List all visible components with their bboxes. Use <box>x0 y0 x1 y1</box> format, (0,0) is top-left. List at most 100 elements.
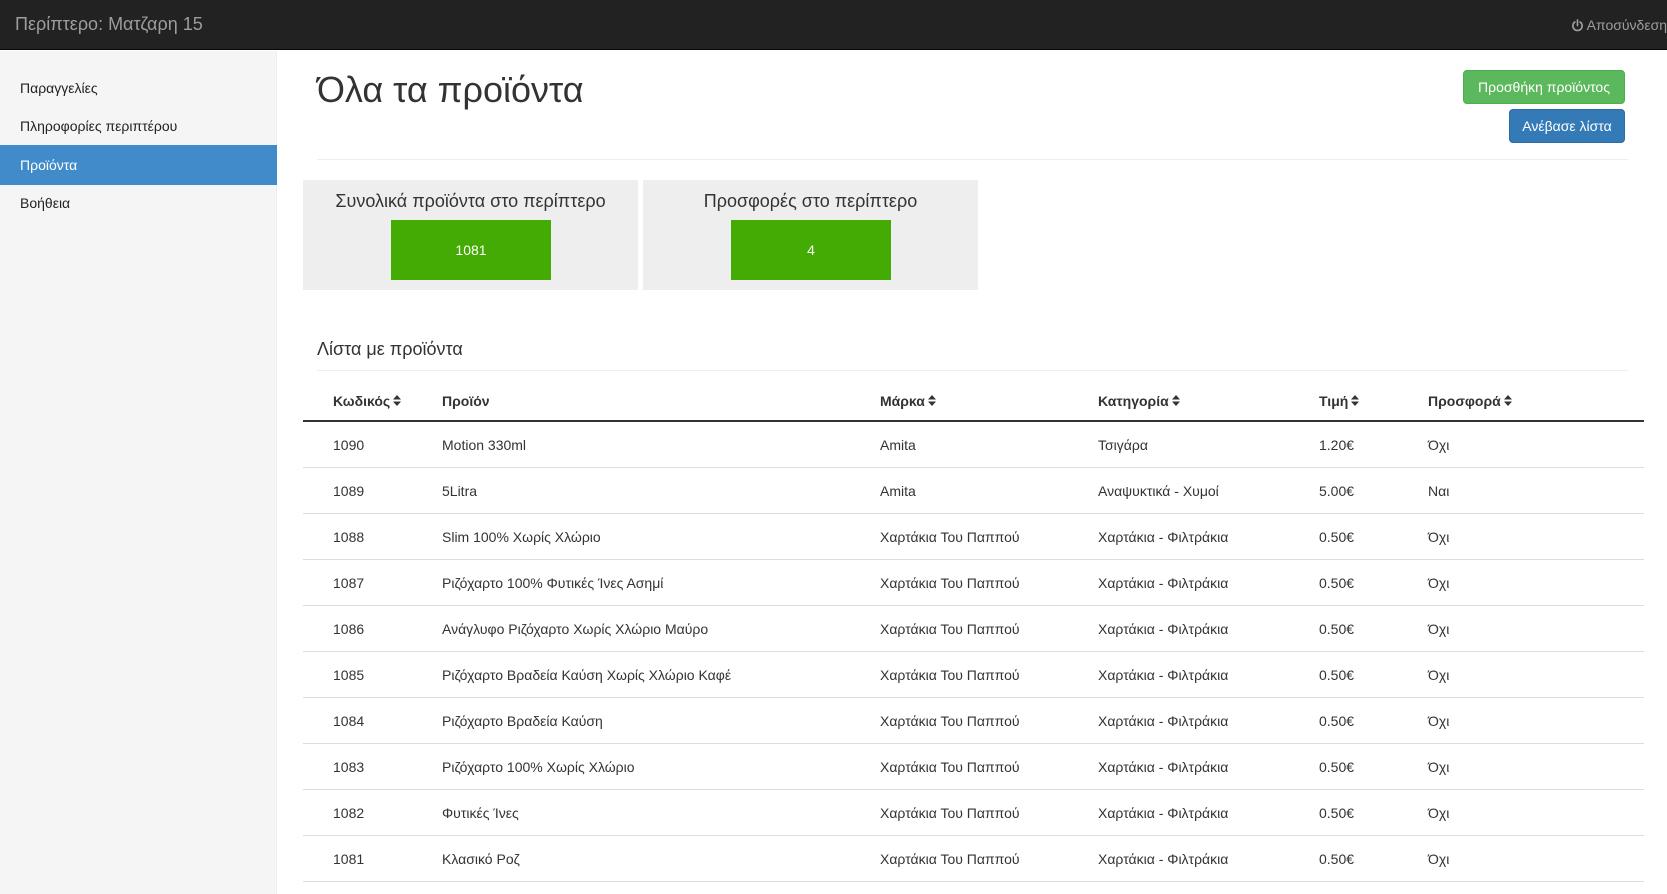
cell-product: Ριζόχαρτο Βραδεία Καύση <box>442 713 603 729</box>
cell-brand: Χαρτάκια Του Παππού <box>880 575 1020 591</box>
column-header-code[interactable]: Κωδικός <box>333 377 402 425</box>
table-row[interactable]: 1090 Motion 330ml Amita Τσιγάρα 1.20€ Όχ… <box>303 422 1644 468</box>
sidebar-item-label: Βοήθεια <box>20 195 71 211</box>
cell-price: 0.50€ <box>1319 713 1355 729</box>
offers-panel: Προσφορές στο περίπτερο 4 <box>643 180 978 290</box>
table-row[interactable]: 1089 5Litra Amita Αναψυκτικά - Χυμοί 5.0… <box>303 468 1644 514</box>
table-header-row: Κωδικός Προϊόν Μάρκα Κατηγορία Τιμή Προσ… <box>303 377 1644 422</box>
cell-price: 0.50€ <box>1319 667 1355 683</box>
sort-icon <box>1351 377 1360 425</box>
cell-category: Χαρτάκια - Φιλτράκια <box>1098 575 1229 591</box>
cell-brand: Χαρτάκια Του Παππού <box>880 713 1020 729</box>
column-header-price[interactable]: Τιμή <box>1319 377 1360 425</box>
cell-brand: Χαρτάκια Του Παππού <box>880 529 1020 545</box>
column-header-brand[interactable]: Μάρκα <box>880 377 936 422</box>
table-row[interactable]: 1088 Slim 100% Χωρίς Χλώριο Χαρτάκια Του… <box>303 514 1644 560</box>
cell-code: 1089 <box>333 483 365 499</box>
top-navbar: Περίπτερο: Ματζαρη 15 Αποσύνδεση <box>0 0 1667 50</box>
sort-icon <box>393 377 402 425</box>
cell-price: 0.50€ <box>1319 805 1355 821</box>
cell-code: 1088 <box>333 529 365 545</box>
cell-category: Χαρτάκια - Φιλτράκια <box>1098 805 1229 821</box>
cell-brand: Amita <box>880 437 916 453</box>
cell-code: 1087 <box>333 575 365 591</box>
cell-brand: Χαρτάκια Του Παππού <box>880 621 1020 637</box>
cell-offer: Όχι <box>1428 529 1450 545</box>
cell-product: Φυτικές Ίνες <box>442 805 519 821</box>
sidebar-item-label: Παραγγελίες <box>20 80 98 96</box>
sidebar-item-kiosk-info[interactable]: Πληροφορίες περιπτέρου <box>0 106 277 146</box>
cell-category: Χαρτάκια - Φιλτράκια <box>1098 851 1229 867</box>
sort-icon <box>927 377 936 425</box>
table-row[interactable]: 1081 Κλασικό Ροζ Χαρτάκια Του Παππού Χαρ… <box>303 836 1644 882</box>
sidebar: Παραγγελίες Πληροφορίες περιπτέρου Προϊό… <box>0 51 277 894</box>
cell-product: Ριζόχαρτο 100% Χωρίς Χλώριο <box>442 759 635 775</box>
cell-category: Αναψυκτικά - Χυμοί <box>1098 483 1219 499</box>
sidebar-item-label: Πληροφορίες περιπτέρου <box>20 118 178 134</box>
cell-offer: Όχι <box>1428 759 1450 775</box>
cell-price: 1.20€ <box>1319 437 1355 453</box>
total-products-panel: Συνολικά προϊόντα στο περίπτερο 1081 <box>303 180 638 290</box>
cell-category: Χαρτάκια - Φιλτράκια <box>1098 621 1229 637</box>
page-title: Όλα τα προϊόντα <box>317 69 584 110</box>
upload-list-button[interactable]: Ανέβασε λίστα <box>1509 109 1625 143</box>
column-header-category[interactable]: Κατηγορία <box>1098 377 1180 422</box>
cell-brand: Χαρτάκια Του Παππού <box>880 759 1020 775</box>
cell-category: Χαρτάκια - Φιλτράκια <box>1098 529 1229 545</box>
products-table: Κωδικός Προϊόν Μάρκα Κατηγορία Τιμή Προσ… <box>303 377 1644 882</box>
column-header-offer[interactable]: Προσφορά <box>1428 377 1512 422</box>
cell-category: Χαρτάκια - Φιλτράκια <box>1098 713 1229 729</box>
cell-code: 1081 <box>333 851 365 867</box>
cell-price: 5.00€ <box>1319 483 1355 499</box>
cell-product: Slim 100% Χωρίς Χλώριο <box>442 529 601 545</box>
table-row[interactable]: 1087 Ριζόχαρτο 100% Φυτικές Ίνες Ασημί Χ… <box>303 560 1644 606</box>
sort-icon <box>1171 377 1180 425</box>
column-header-product[interactable]: Προϊόν <box>442 377 490 422</box>
cell-product: Κλασικό Ροζ <box>442 851 520 867</box>
cell-offer: Όχι <box>1428 437 1450 453</box>
table-row[interactable]: 1085 Ριζόχαρτο Βραδεία Καύση Χωρίς Χλώρι… <box>303 652 1644 698</box>
kiosk-title[interactable]: Περίπτερο: Ματζαρη 15 <box>15 14 203 34</box>
cell-offer: Ναι <box>1428 483 1450 499</box>
cell-category: Χαρτάκια - Φιλτράκια <box>1098 759 1229 775</box>
table-row[interactable]: 1084 Ριζόχαρτο Βραδεία Καύση Χαρτάκια Το… <box>303 698 1644 744</box>
cell-code: 1086 <box>333 621 365 637</box>
cell-brand: Χαρτάκια Του Παππού <box>880 667 1020 683</box>
cell-code: 1090 <box>333 437 365 453</box>
table-row[interactable]: 1086 Ανάγλυφο Ριζόχαρτο Χωρίς Χλώριο Μαύ… <box>303 606 1644 652</box>
logout-link[interactable]: Αποσύνδεση <box>1571 17 1667 33</box>
sidebar-item-label: Προϊόντα <box>20 157 78 173</box>
total-products-title: Συνολικά προϊόντα στο περίπτερο <box>335 191 606 211</box>
cell-product: Ριζόχαρτο Βραδεία Καύση Χωρίς Χλώριο Καφ… <box>442 667 732 683</box>
table-row[interactable]: 1082 Φυτικές Ίνες Χαρτάκια Του Παππού Χα… <box>303 790 1644 836</box>
cell-product: Ριζόχαρτο 100% Φυτικές Ίνες Ασημί <box>442 575 664 591</box>
cell-product: 5Litra <box>442 483 478 499</box>
cell-category: Τσιγάρα <box>1098 437 1148 453</box>
sort-icon <box>1503 377 1512 425</box>
cell-code: 1084 <box>333 713 365 729</box>
offers-title: Προσφορές στο περίπτερο <box>703 191 918 211</box>
table-row[interactable]: 1083 Ριζόχαρτο 100% Χωρίς Χλώριο Χαρτάκι… <box>303 744 1644 790</box>
sidebar-item-products[interactable]: Προϊόντα <box>0 145 277 185</box>
power-icon <box>1571 18 1584 32</box>
cell-product: Ανάγλυφο Ριζόχαρτο Χωρίς Χλώριο Μαύρο <box>442 621 709 637</box>
cell-price: 0.50€ <box>1319 851 1355 867</box>
add-product-button[interactable]: Προσθήκη προϊόντος <box>1463 70 1625 104</box>
cell-brand: Χαρτάκια Του Παππού <box>880 805 1020 821</box>
products-list-heading: Λίστα με προϊόντα <box>317 337 1628 371</box>
logout-label: Αποσύνδεση <box>1586 17 1667 33</box>
cell-code: 1083 <box>333 759 365 775</box>
sidebar-item-help[interactable]: Βοήθεια <box>0 183 277 223</box>
cell-brand: Amita <box>880 483 916 499</box>
cell-offer: Όχι <box>1428 805 1450 821</box>
cell-offer: Όχι <box>1428 667 1450 683</box>
cell-offer: Όχι <box>1428 713 1450 729</box>
cell-price: 0.50€ <box>1319 529 1355 545</box>
cell-offer: Όχι <box>1428 575 1450 591</box>
cell-price: 0.50€ <box>1319 759 1355 775</box>
offers-count: 4 <box>731 220 891 280</box>
sidebar-item-orders[interactable]: Παραγγελίες <box>0 68 277 108</box>
cell-code: 1082 <box>333 805 365 821</box>
cell-code: 1085 <box>333 667 365 683</box>
cell-price: 0.50€ <box>1319 575 1355 591</box>
